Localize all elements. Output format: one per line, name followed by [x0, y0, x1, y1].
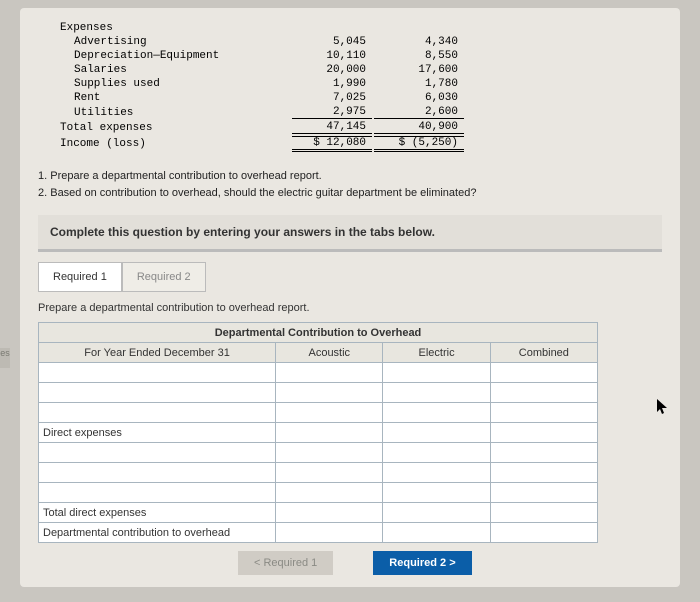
row-label: Rent	[60, 92, 290, 104]
tab-instruction: Prepare a departmental contribution to o…	[38, 302, 662, 314]
input-cell[interactable]	[383, 423, 490, 443]
row-val: 1,990	[292, 78, 372, 90]
direct-expenses-label: Direct expenses	[39, 423, 276, 443]
expenses-header: Expenses	[60, 22, 290, 34]
row-val: 4,340	[374, 36, 464, 48]
col-acoustic: Acoustic	[276, 343, 383, 363]
question-2: 2. Based on contribution to overhead, sh…	[38, 185, 662, 202]
total-direct-label: Total direct expenses	[39, 503, 276, 523]
input-cell[interactable]	[383, 383, 490, 403]
input-cell[interactable]	[490, 463, 597, 483]
row-val: 7,025	[292, 92, 372, 104]
input-cell[interactable]	[383, 443, 490, 463]
input-cell[interactable]	[490, 383, 597, 403]
input-cell[interactable]	[490, 423, 597, 443]
input-cell[interactable]	[490, 363, 597, 383]
question-list: 1. Prepare a departmental contribution t…	[38, 168, 662, 201]
input-cell[interactable]	[276, 503, 383, 523]
tab-bar: Required 1 Required 2	[38, 262, 662, 292]
input-cell[interactable]	[39, 363, 276, 383]
input-cell[interactable]	[276, 423, 383, 443]
input-cell[interactable]	[39, 483, 276, 503]
page-stub: es	[0, 348, 10, 368]
tab-required-2[interactable]: Required 2	[122, 262, 206, 292]
worksheet-table: Departmental Contribution to Overhead Fo…	[38, 322, 598, 543]
contribution-label: Departmental contribution to overhead	[39, 523, 276, 543]
expense-statement: Expenses Advertising5,0454,340 Depreciat…	[58, 20, 466, 154]
input-cell[interactable]	[490, 503, 597, 523]
row-label: Salaries	[60, 64, 290, 76]
col-electric: Electric	[383, 343, 490, 363]
row-val: 2,975	[292, 106, 372, 119]
main-panel: Expenses Advertising5,0454,340 Depreciat…	[20, 8, 680, 587]
tab-required-1[interactable]: Required 1	[38, 262, 122, 292]
input-cell[interactable]	[276, 523, 383, 543]
input-cell[interactable]	[383, 363, 490, 383]
row-val: 20,000	[292, 64, 372, 76]
question-1: 1. Prepare a departmental contribution t…	[38, 168, 662, 185]
input-cell[interactable]	[276, 363, 383, 383]
completion-prompt: Complete this question by entering your …	[38, 215, 662, 252]
income-val: $ (5,250)	[374, 136, 464, 152]
input-cell[interactable]	[39, 403, 276, 423]
row-val: 17,600	[374, 64, 464, 76]
input-cell[interactable]	[383, 523, 490, 543]
input-cell[interactable]	[490, 483, 597, 503]
row-val: 1,780	[374, 78, 464, 90]
input-cell[interactable]	[276, 483, 383, 503]
prev-button[interactable]: < Required 1	[238, 551, 333, 575]
row-val: 5,045	[292, 36, 372, 48]
input-cell[interactable]	[276, 403, 383, 423]
worksheet-title: Departmental Contribution to Overhead	[39, 323, 598, 343]
input-cell[interactable]	[490, 443, 597, 463]
period-header: For Year Ended December 31	[39, 343, 276, 363]
total-val: 47,145	[292, 121, 372, 134]
row-val: 2,600	[374, 106, 464, 119]
row-val: 6,030	[374, 92, 464, 104]
total-expenses-label: Total expenses	[60, 121, 290, 134]
row-val: 10,110	[292, 50, 372, 62]
input-cell[interactable]	[490, 523, 597, 543]
col-combined: Combined	[490, 343, 597, 363]
input-cell[interactable]	[383, 403, 490, 423]
row-label: Supplies used	[60, 78, 290, 90]
income-label: Income (loss)	[60, 136, 290, 152]
input-cell[interactable]	[490, 403, 597, 423]
input-cell[interactable]	[383, 483, 490, 503]
cursor-icon	[656, 398, 670, 419]
input-cell[interactable]	[276, 383, 383, 403]
input-cell[interactable]	[39, 463, 276, 483]
input-cell[interactable]	[383, 503, 490, 523]
nav-buttons: < Required 1 Required 2 >	[238, 551, 662, 575]
row-label: Advertising	[60, 36, 290, 48]
income-val: $ 12,080	[292, 136, 372, 152]
row-label: Utilities	[60, 106, 290, 119]
row-val: 8,550	[374, 50, 464, 62]
row-label: Depreciation—Equipment	[60, 50, 290, 62]
input-cell[interactable]	[276, 443, 383, 463]
input-cell[interactable]	[39, 443, 276, 463]
input-cell[interactable]	[383, 463, 490, 483]
next-button[interactable]: Required 2 >	[373, 551, 471, 575]
total-val: 40,900	[374, 121, 464, 134]
input-cell[interactable]	[39, 383, 276, 403]
input-cell[interactable]	[276, 463, 383, 483]
